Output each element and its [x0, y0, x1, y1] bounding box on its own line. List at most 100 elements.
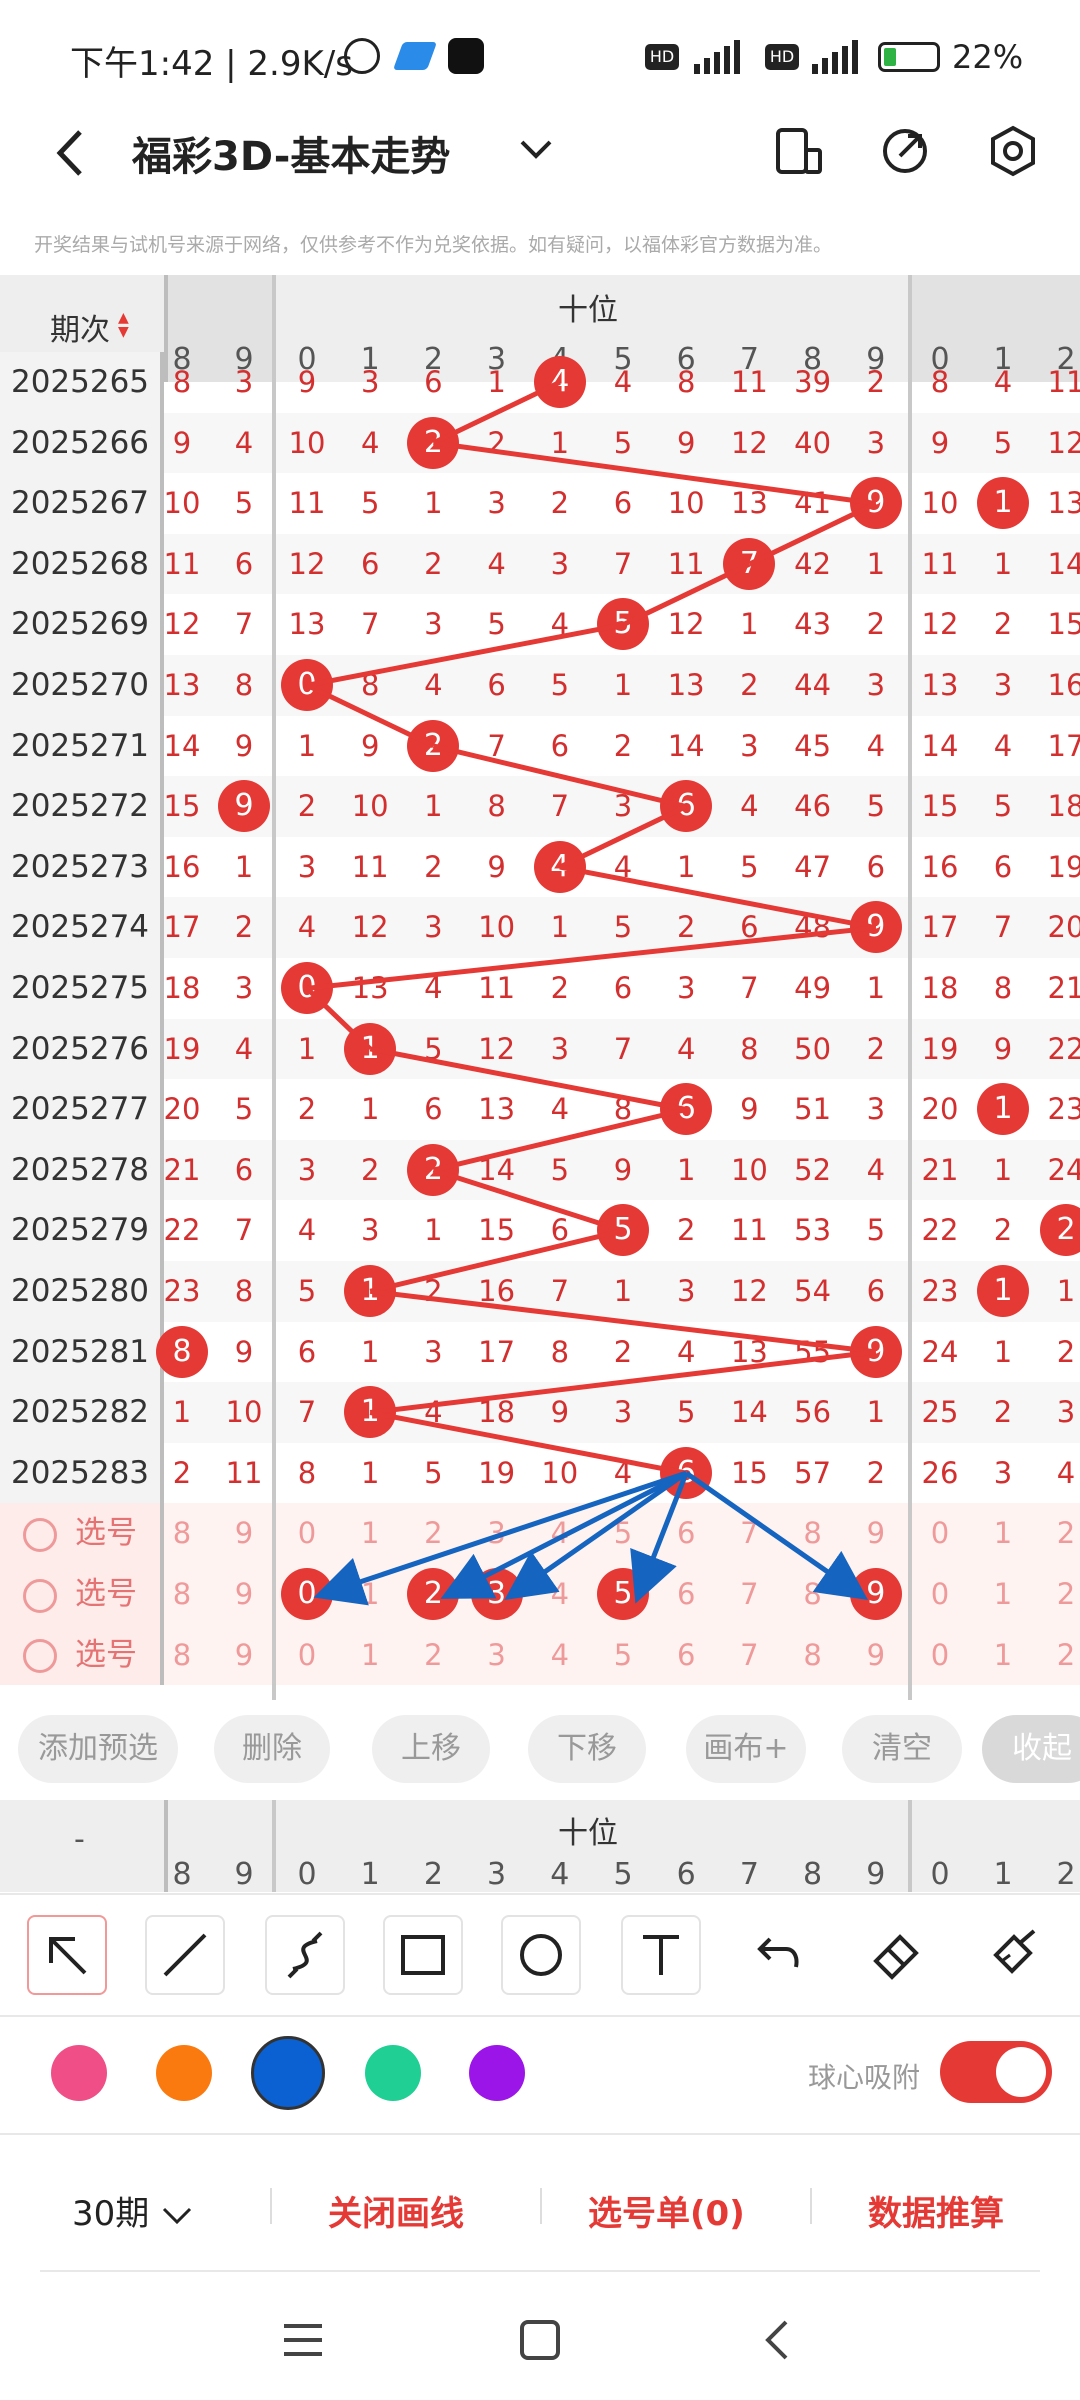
lower-col-0: 0	[297, 1857, 317, 1892]
trend-line-segment	[433, 440, 877, 506]
lower-col-2: 2	[423, 1857, 443, 1892]
status-bar: 下午1:42 | 2.9K/s HD HD 22%	[0, 0, 1080, 110]
collapse-button[interactable]: 收起	[982, 1715, 1080, 1783]
divider	[0, 2133, 1080, 2135]
lower-col-9: 9	[866, 1857, 886, 1892]
color-swatch-purple[interactable]	[469, 2045, 525, 2101]
trend-lines-overlay	[305, 380, 877, 1606]
curve-icon	[287, 1931, 323, 1979]
divider	[0, 2015, 1080, 2017]
color-swatch-orange[interactable]	[156, 2045, 212, 2101]
signal-5g-icon	[688, 40, 756, 74]
chevron-down-icon	[163, 2207, 192, 2224]
blue-arrow	[313, 1470, 687, 1606]
drawing-toolbar	[0, 1895, 1080, 2015]
color-swatch-green[interactable]	[365, 2045, 421, 2101]
trend-line-segment	[432, 1107, 687, 1173]
page-title[interactable]: 福彩3D-基本走势	[132, 124, 450, 182]
divider	[540, 2188, 542, 2224]
lower-col-right-1: 1	[993, 1857, 1013, 1892]
lower-separator	[908, 1800, 912, 1892]
divider	[810, 2188, 812, 2224]
snap-to-ball-label: 球心吸附	[808, 2061, 921, 2094]
line-icon	[163, 1933, 207, 1977]
menu-nav-button[interactable]	[280, 2320, 326, 2360]
trend-line-segment	[432, 1167, 624, 1234]
alarm-icon	[344, 38, 380, 74]
rectangle-tool[interactable]	[383, 1915, 463, 1995]
brush-icon	[993, 1929, 1036, 1974]
action-button[interactable]: 清空	[842, 1715, 962, 1783]
trend-line-segment	[306, 622, 624, 688]
snap-to-ball-toggle[interactable]	[940, 2041, 1052, 2103]
curve-tool[interactable]	[265, 1915, 345, 1995]
lower-col-5: 5	[613, 1857, 633, 1892]
text-icon	[643, 1935, 679, 1975]
trend-line-segment	[369, 1410, 687, 1476]
color-swatch-pink[interactable]	[51, 2045, 107, 2101]
line-tool[interactable]	[145, 1915, 225, 1995]
action-button[interactable]: 上移	[372, 1715, 490, 1783]
data-calc-button[interactable]: 数据推算	[868, 2186, 1004, 2235]
action-button[interactable]: 下移	[528, 1715, 646, 1783]
battery-percent: 22%	[952, 38, 1024, 76]
action-button[interactable]: 删除	[214, 1715, 330, 1783]
action-button[interactable]: 画布+	[686, 1715, 806, 1783]
clear-brush-button[interactable]	[976, 1915, 1052, 1991]
lower-header-dash: -	[74, 1822, 85, 1857]
trend-line-segment	[369, 1288, 877, 1355]
home-nav-button[interactable]	[518, 2318, 562, 2362]
blue-arrow	[684, 1471, 868, 1601]
circle-tool[interactable]	[501, 1915, 581, 1995]
trend-line-segment	[748, 501, 877, 567]
trend-line-segment	[432, 743, 687, 809]
blue-arrow	[440, 1470, 688, 1599]
back-button[interactable]	[40, 118, 110, 188]
trend-line-segment	[306, 925, 877, 991]
eraser-button[interactable]	[858, 1915, 934, 1991]
app-notification-icon	[392, 42, 438, 70]
lower-col-right-2: 2	[1056, 1857, 1076, 1892]
trend-line-segment	[559, 864, 877, 931]
rectangle-icon	[401, 1935, 445, 1975]
lower-col-4: 4	[550, 1857, 570, 1892]
layout-toggle-icon[interactable]	[772, 124, 826, 178]
period-select[interactable]: 30期	[72, 2186, 194, 2235]
lower-col-left-9: 9	[234, 1857, 254, 1892]
close-lines-button[interactable]: 关闭画线	[328, 2186, 464, 2235]
selection-list-button[interactable]: 选号单(0)	[588, 2186, 745, 2235]
lower-col-7: 7	[739, 1857, 759, 1892]
text-tool[interactable]	[621, 1915, 701, 1995]
disclaimer-text: 开奖结果与试机号来源于网络，仅供参考不作为兑奖依据。如有疑问，以福体彩官方数据为…	[34, 234, 833, 256]
trend-line-segment	[432, 380, 561, 446]
action-button[interactable]: 添加预选	[18, 1715, 178, 1783]
trend-line-segment	[369, 1349, 877, 1415]
title-dropdown-icon[interactable]	[516, 124, 556, 183]
settings-icon[interactable]	[986, 124, 1040, 178]
color-swatch-blue[interactable]	[251, 2036, 325, 2110]
undo-button[interactable]	[738, 1915, 814, 1991]
back-chevron-icon	[56, 130, 82, 176]
share-icon[interactable]	[878, 124, 932, 178]
arrow-icon	[49, 1937, 87, 1975]
trend-line-segment	[369, 1228, 624, 1294]
back-nav-button[interactable]	[756, 2318, 800, 2362]
home-square-icon	[520, 2320, 560, 2360]
divider	[40, 2270, 1040, 2272]
select-arrow-tool[interactable]	[27, 1915, 107, 1995]
circle-icon	[520, 1934, 562, 1976]
battery-icon	[878, 42, 940, 72]
trend-line-segment	[369, 1046, 687, 1112]
lower-col-1: 1	[360, 1857, 380, 1892]
menu-icon	[284, 2324, 322, 2356]
toggle-knob	[996, 2047, 1046, 2097]
status-time: 下午1:42 | 2.9K/s	[70, 44, 353, 84]
divider	[270, 2188, 272, 2224]
trend-table[interactable]: 期次 ▲▼ 十位890123456789012 2025265839361448…	[0, 275, 1080, 1700]
lower-separator	[272, 1800, 276, 1892]
lower-col-left-8: 8	[172, 1857, 192, 1892]
hd-signal-icon-2: HD	[765, 44, 799, 70]
lower-tens-group-label: 十位	[558, 1816, 618, 1851]
trend-line-segment	[305, 683, 435, 749]
trend-line-segment	[558, 804, 688, 870]
